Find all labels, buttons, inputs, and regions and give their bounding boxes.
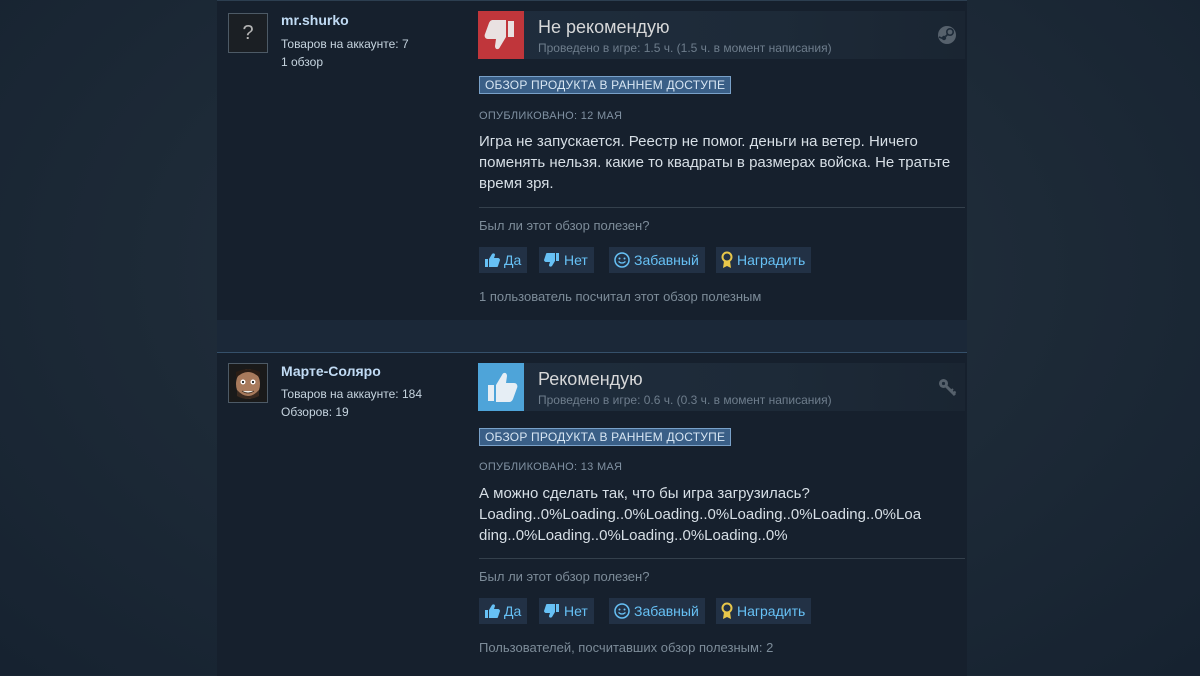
early-access-badge: ОБЗОР ПРОДУКТА В РАННЕМ ДОСТУПЕ <box>479 428 732 446</box>
vote-yes-label: Да <box>504 252 522 268</box>
divider <box>479 207 965 208</box>
review-card: Марте-Соляро Товаров на аккаунте: 184 Об… <box>217 352 967 676</box>
smiley-icon <box>613 251 631 269</box>
award-label: Наградить <box>737 603 806 619</box>
early-access-badge: ОБЗОР ПРОДУКТА В РАННЕМ ДОСТУПЕ <box>479 76 732 94</box>
reviewer-name[interactable]: mr.shurko <box>281 12 349 28</box>
key-icon[interactable] <box>937 377 957 397</box>
reviewer-name[interactable]: Марте-Соляро <box>281 363 381 379</box>
helpful-count: 1 пользователь посчитал этот обзор полез… <box>479 289 762 304</box>
thumbs-down-icon <box>543 251 561 269</box>
posted-date: ОПУБЛИКОВАНО: 12 МАЯ <box>479 110 623 122</box>
award-button[interactable]: Наградить <box>716 598 812 624</box>
vote-yes-button[interactable]: Да <box>479 598 528 624</box>
helpful-question: Был ли этот обзор полезен? <box>479 569 650 584</box>
vote-no-button[interactable]: Нет <box>539 598 594 624</box>
vote-funny-label: Забавный <box>634 252 699 268</box>
vote-no-button[interactable]: Нет <box>539 247 594 273</box>
hours-played: Проведено в игре: 0.6 ч. (0.3 ч. в момен… <box>538 393 832 407</box>
review-separator <box>217 320 967 352</box>
vote-funny-label: Забавный <box>634 603 699 619</box>
divider <box>479 558 965 559</box>
review-text: А можно сделать так, что бы игра загрузи… <box>479 483 959 546</box>
vote-no-label: Нет <box>564 603 588 619</box>
verdict-title: Не рекомендую <box>538 17 670 37</box>
award-icon <box>720 602 734 620</box>
review-text: Игра не запускается. Реестр не помог. де… <box>479 133 951 192</box>
verdict-header[interactable]: Не рекомендую Проведено в игре: 1.5 ч. (… <box>478 11 965 59</box>
avatar[interactable]: ? <box>228 13 268 53</box>
reviewer-reviews-count[interactable]: 1 обзор <box>281 55 323 69</box>
thumbs-down-icon <box>478 11 524 59</box>
verdict-title: Рекомендую <box>538 369 643 389</box>
thumbs-up-icon <box>483 602 501 620</box>
reviewer-products-count[interactable]: Товаров на аккаунте: 184 <box>281 387 422 401</box>
vote-no-label: Нет <box>564 252 588 268</box>
award-icon <box>720 251 734 269</box>
vote-funny-button[interactable]: Забавный <box>609 598 705 624</box>
avatar[interactable] <box>228 363 268 403</box>
posted-date: ОПУБЛИКОВАНО: 13 МАЯ <box>479 461 623 473</box>
award-button[interactable]: Наградить <box>716 247 812 273</box>
vote-yes-button[interactable]: Да <box>479 247 528 273</box>
reviewer-products-count[interactable]: Товаров на аккаунте: 7 <box>281 37 409 51</box>
thumbs-down-icon <box>543 602 561 620</box>
reviews-column: ? mr.shurko Товаров на аккаунте: 7 1 обз… <box>217 0 967 676</box>
helpful-question: Был ли этот обзор полезен? <box>479 218 650 233</box>
thumbs-up-icon <box>483 251 501 269</box>
review-text-line: Loading..0%Loading..0%Loading..0%Loading… <box>479 506 922 523</box>
reviewer-reviews-count[interactable]: Обзоров: 19 <box>281 405 349 419</box>
vote-yes-label: Да <box>504 603 522 619</box>
hours-played: Проведено в игре: 1.5 ч. (1.5 ч. в момен… <box>538 41 832 55</box>
review-text-line: ding..0%Loading..0%Loading..0%Loading..0… <box>479 527 788 544</box>
thumbs-up-icon <box>478 363 524 411</box>
verdict-header[interactable]: Рекомендую Проведено в игре: 0.6 ч. (0.3… <box>478 363 965 411</box>
smiley-icon <box>613 602 631 620</box>
award-label: Наградить <box>737 252 806 268</box>
vote-funny-button[interactable]: Забавный <box>609 247 705 273</box>
review-text-line: А можно сделать так, что бы игра загрузи… <box>479 485 810 502</box>
helpful-count: Пользователей, посчитавших обзор полезны… <box>479 640 774 655</box>
review-card: ? mr.shurko Товаров на аккаунте: 7 1 обз… <box>217 0 967 321</box>
steam-icon[interactable] <box>937 25 957 45</box>
